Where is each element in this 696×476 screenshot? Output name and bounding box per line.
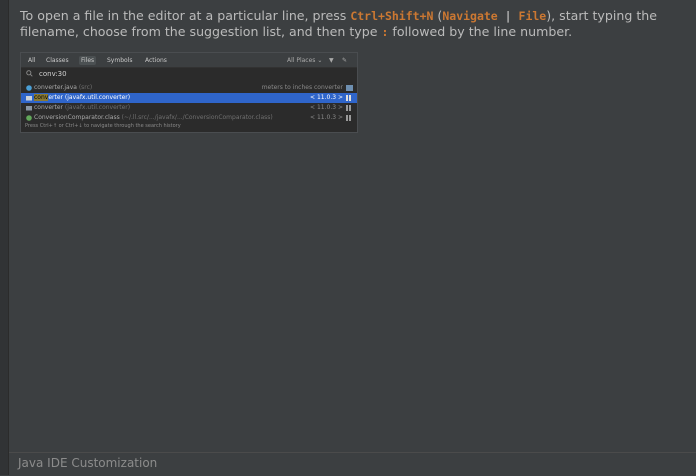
result-row[interactable]: ConversionComparator.class (~/.ll.src/..… bbox=[21, 113, 357, 123]
class-file-icon bbox=[26, 115, 32, 121]
tab-actions[interactable]: Actions bbox=[143, 56, 169, 65]
result-name: converter.java (src) bbox=[34, 83, 92, 93]
tip-text-part4: followed by the line number. bbox=[388, 24, 573, 39]
pin-icon[interactable]: ✎ bbox=[342, 56, 347, 65]
package-folder-icon bbox=[26, 96, 32, 101]
popup-tab-bar: All Classes Files Symbols Actions All Pl… bbox=[21, 53, 357, 68]
library-icon bbox=[346, 115, 351, 121]
result-filename: ConversionComparator.class bbox=[34, 114, 120, 121]
result-row[interactable]: converter.java (src) meters to inches co… bbox=[21, 83, 357, 93]
menu-separator: | bbox=[497, 9, 519, 23]
result-location: meters to inches converter bbox=[261, 84, 343, 91]
match-highlight: conv bbox=[34, 94, 49, 101]
result-detail: (javafx.util.converter) bbox=[63, 104, 131, 111]
search-everywhere-popup: All Classes Files Symbols Actions All Pl… bbox=[20, 52, 358, 133]
result-detail: (~/.ll.src/.../javafx/.../ConversionComp… bbox=[119, 114, 273, 121]
footer-title: Java IDE Customization bbox=[18, 456, 158, 470]
tab-classes[interactable]: Classes bbox=[44, 56, 71, 65]
tip-text-part1: To open a file in the editor at a partic… bbox=[20, 8, 351, 23]
filter-icon[interactable]: ▼ bbox=[329, 56, 334, 65]
module-icon bbox=[346, 85, 353, 91]
tab-all[interactable]: All bbox=[26, 56, 37, 65]
tip-text: To open a file in the editor at a partic… bbox=[20, 8, 690, 40]
chevron-down-icon: ⌄ bbox=[317, 57, 323, 64]
library-icon bbox=[346, 95, 351, 101]
library-icon bbox=[346, 105, 351, 111]
result-row[interactable]: converter (javafx.util.converter) < 11.0… bbox=[21, 103, 357, 113]
search-history-hint: Press Ctrl+↑ or Ctrl+↓ to navigate throu… bbox=[25, 123, 181, 129]
menu-file: File bbox=[518, 9, 547, 23]
scope-dropdown[interactable]: All Places ⌄ bbox=[287, 56, 322, 65]
shortcut-key: Ctrl+Shift+N bbox=[350, 9, 434, 23]
result-detail: (src) bbox=[76, 84, 93, 91]
search-input[interactable]: conv:30 bbox=[39, 70, 67, 79]
left-gutter bbox=[0, 0, 9, 475]
result-name: ConversionComparator.class (~/.ll.src/..… bbox=[34, 113, 273, 123]
tab-files[interactable]: Files bbox=[79, 56, 97, 65]
result-name: converter (javafx.util.converter) bbox=[34, 93, 130, 103]
result-filename-rest: erter bbox=[48, 94, 63, 101]
result-detail: (javafx.util.converter) bbox=[63, 94, 131, 101]
java-file-icon bbox=[26, 85, 32, 91]
scope-label: All Places bbox=[287, 57, 316, 64]
result-row-selected[interactable]: converter (javafx.util.converter) < 11.0… bbox=[21, 93, 357, 103]
package-folder-icon bbox=[26, 106, 32, 111]
result-filename: converter.java bbox=[34, 84, 77, 91]
footer-bar: Java IDE Customization bbox=[9, 452, 696, 476]
tab-symbols[interactable]: Symbols bbox=[105, 56, 134, 65]
search-row: conv:30 bbox=[21, 68, 357, 82]
result-location: < 11.0.3 > bbox=[310, 94, 343, 101]
result-location: < 11.0.3 > bbox=[310, 114, 343, 121]
tip-text-part2: ( bbox=[433, 8, 443, 23]
result-name: converter (javafx.util.converter) bbox=[34, 103, 130, 113]
menu-navigate: Navigate bbox=[442, 9, 498, 23]
result-location: < 11.0.3 > bbox=[310, 104, 343, 111]
result-filename: converter bbox=[34, 104, 63, 111]
search-icon bbox=[26, 70, 33, 77]
